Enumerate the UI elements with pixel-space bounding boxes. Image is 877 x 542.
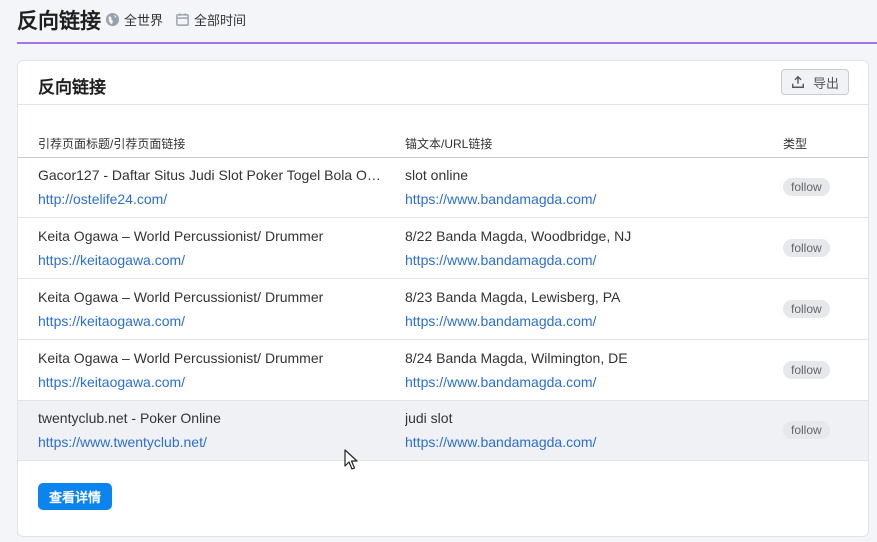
anchor-text: 8/24 Banda Magda, Wilmington, DE	[405, 350, 628, 366]
referring-page-title: Keita Ogawa – World Percussionist/ Drumm…	[38, 289, 324, 305]
mouse-cursor-icon	[344, 449, 358, 470]
referring-page-link[interactable]: https://keitaogawa.com/	[38, 374, 185, 390]
export-button[interactable]: 导出	[781, 69, 849, 95]
table-row: Gacor127 - Daftar Situs Judi Slot Poker …	[18, 158, 868, 218]
target-url-link[interactable]: https://www.bandamagda.com/	[405, 252, 596, 268]
view-details-button[interactable]: 查看详情	[38, 483, 112, 510]
target-url-link[interactable]: https://www.bandamagda.com/	[405, 191, 596, 207]
referring-page-title: Gacor127 - Daftar Situs Judi Slot Poker …	[38, 167, 388, 183]
upload-icon	[792, 75, 804, 88]
link-type-badge: follow	[783, 178, 830, 196]
globe-icon	[105, 12, 120, 26]
link-type-badge: follow	[783, 239, 830, 257]
anchor-text: judi slot	[405, 410, 453, 426]
period-filter[interactable]: 全部时间	[175, 10, 246, 28]
target-url-link[interactable]: https://www.bandamagda.com/	[405, 313, 596, 329]
region-label: 全世界	[124, 12, 164, 28]
column-header-type[interactable]: 类型	[783, 135, 807, 152]
period-label: 全部时间	[194, 12, 247, 28]
calendar-icon	[176, 12, 189, 26]
column-header-referring-page[interactable]: 引荐页面标题/引荐页面链接	[38, 135, 185, 152]
table-row: Keita Ogawa – World Percussionist/ Drumm…	[18, 341, 868, 401]
referring-page-link[interactable]: https://www.twentyclub.net/	[38, 434, 207, 450]
target-url-link[interactable]: https://www.bandamagda.com/	[405, 434, 596, 450]
referring-page-link[interactable]: https://keitaogawa.com/	[38, 313, 185, 329]
export-label: 导出	[812, 75, 839, 91]
card-divider	[18, 104, 868, 105]
link-type-badge: follow	[783, 421, 830, 439]
region-filter[interactable]: 全世界	[105, 10, 163, 28]
table-row: twentyclub.net - Poker Online https://ww…	[18, 401, 868, 461]
link-type-badge: follow	[783, 300, 830, 318]
anchor-text: 8/22 Banda Magda, Woodbridge, NJ	[405, 228, 632, 244]
referring-page-link[interactable]: http://ostelife24.com/	[38, 191, 167, 207]
table-row: Keita Ogawa – World Percussionist/ Drumm…	[18, 280, 868, 340]
table-row: Keita Ogawa – World Percussionist/ Drumm…	[18, 219, 868, 279]
backlinks-card: 反向链接 导出 引荐页面标题/引荐页面链接 锚文本/URL链接 类型 Gacor…	[17, 60, 869, 537]
referring-page-title: Keita Ogawa – World Percussionist/ Drumm…	[38, 228, 324, 244]
anchor-text: slot online	[405, 167, 469, 183]
card-title: 反向链接	[38, 78, 106, 97]
referring-page-link[interactable]: https://keitaogawa.com/	[38, 252, 185, 268]
referring-page-title: twentyclub.net - Poker Online	[38, 410, 221, 426]
link-type-badge: follow	[783, 361, 830, 379]
header-divider	[17, 42, 877, 44]
anchor-text: 8/23 Banda Magda, Lewisberg, PA	[405, 289, 621, 305]
page-header: 反向链接 全世界 全部时间	[0, 0, 877, 44]
column-header-anchor[interactable]: 锚文本/URL链接	[405, 135, 492, 152]
referring-page-title: Keita Ogawa – World Percussionist/ Drumm…	[38, 350, 324, 366]
target-url-link[interactable]: https://www.bandamagda.com/	[405, 374, 596, 390]
page-title: 反向链接	[17, 10, 101, 33]
